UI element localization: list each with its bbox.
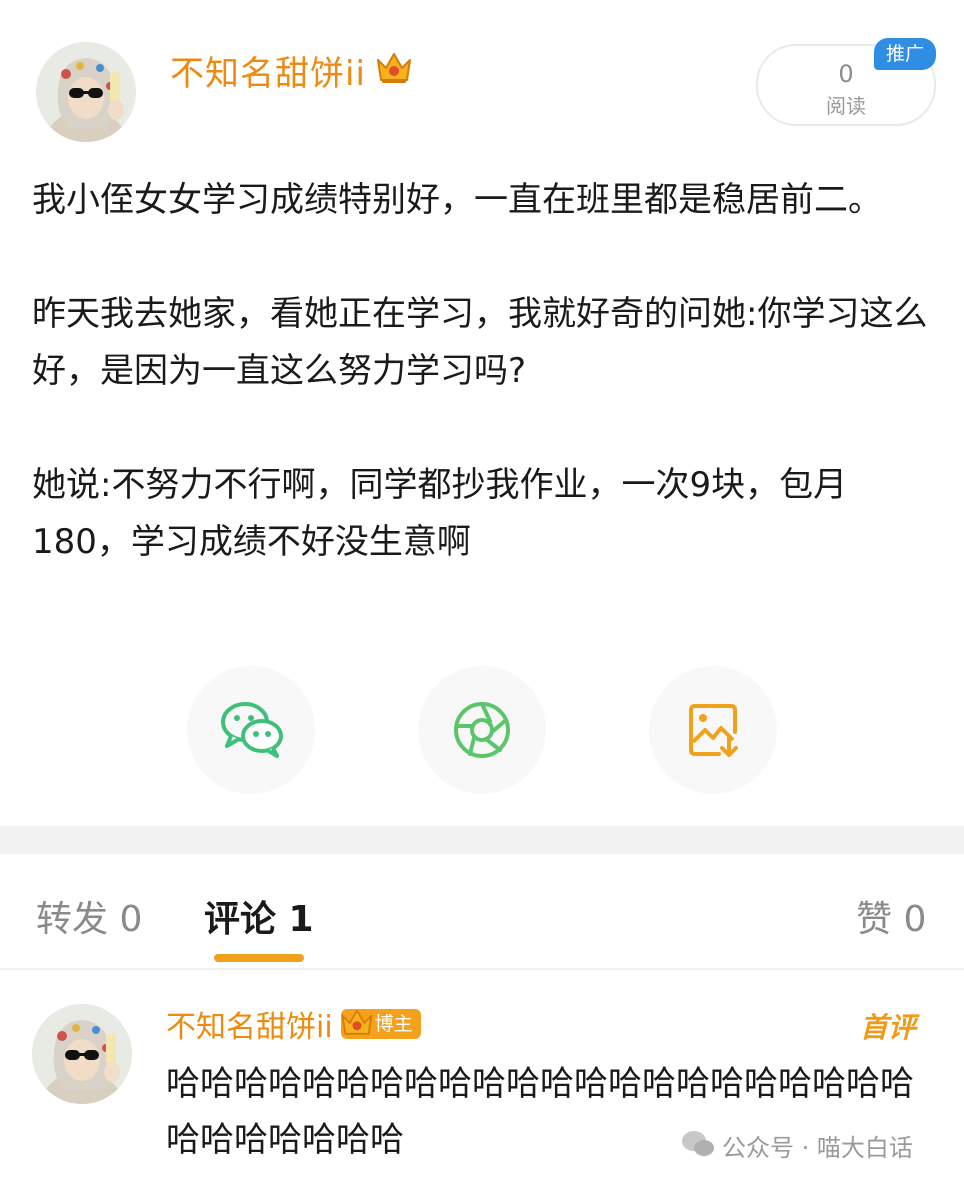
post-paragraph: 昨天我去她家，看她正在学习，我就好奇的问她:你学习这么好，是因为一直这么努力学习… xyxy=(32,294,928,391)
promo-badge[interactable]: 推广 xyxy=(874,38,936,70)
comment-author[interactable]: 不知名甜饼ii xyxy=(166,1002,333,1046)
save-image-button[interactable] xyxy=(649,666,777,794)
crown-icon xyxy=(339,1005,375,1045)
active-tab-indicator xyxy=(214,954,304,962)
watermark: 公众号 · 喵大白话 xyxy=(722,1134,913,1162)
author-name[interactable]: 不知名甜饼ii xyxy=(170,46,366,95)
post-paragraph: 她说:不努力不行啊，同学都抄我作业，一次9块，包月180，学习成绩不好没生意啊 xyxy=(32,465,848,562)
author-avatar[interactable] xyxy=(36,42,136,142)
section-divider xyxy=(0,826,964,854)
comment-avatar[interactable] xyxy=(32,1004,132,1104)
tab-comments[interactable]: 评论 1 xyxy=(204,890,314,942)
wechat-official-icon xyxy=(680,1129,716,1163)
share-wechat-button[interactable] xyxy=(187,666,315,794)
tab-repost[interactable]: 转发 0 xyxy=(36,890,142,942)
post-paragraph: 我小侄女女学习成绩特别好，一直在班里都是稳居前二。 xyxy=(32,180,882,220)
tab-likes[interactable]: 赞 0 xyxy=(856,890,926,942)
first-comment-label: 首评 xyxy=(860,1011,917,1044)
read-label: 阅读 xyxy=(826,94,866,118)
share-moments-button[interactable] xyxy=(418,666,546,794)
crown-icon xyxy=(374,50,414,90)
tab-divider xyxy=(0,968,964,970)
post-body: 我小侄女女学习成绩特别好，一直在班里都是稳居前二。 昨天我去她家，看她正在学习，… xyxy=(32,172,937,571)
